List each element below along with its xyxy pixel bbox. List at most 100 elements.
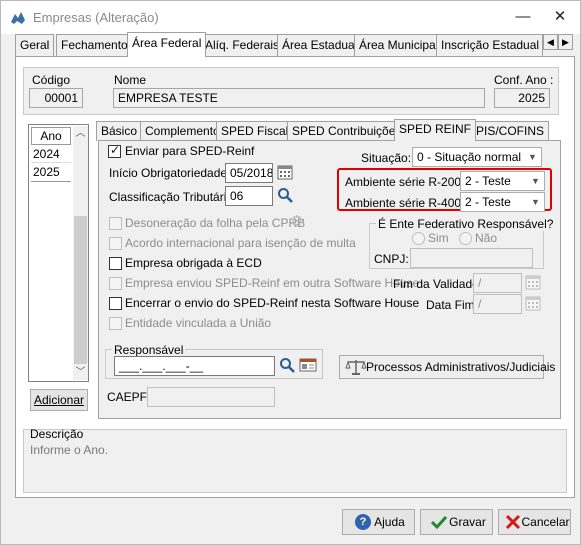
encerrar-envio-label: Encerrar o envio do SPED-Reinf nesta Sof… xyxy=(125,296,420,310)
minimize-button[interactable]: — xyxy=(511,7,535,27)
save-button[interactable]: Gravar xyxy=(420,509,493,535)
calendar-icon[interactable] xyxy=(523,294,543,314)
calendar-icon[interactable] xyxy=(275,163,295,183)
list-row-divider xyxy=(31,181,71,182)
codigo-field: 00001 xyxy=(29,88,83,108)
list-item[interactable]: 2025 xyxy=(31,163,71,181)
outra-software-house-checkbox[interactable] xyxy=(109,277,122,290)
scroll-up-icon[interactable]: ︿ xyxy=(73,126,88,141)
empresa-ecd-checkbox[interactable] xyxy=(109,257,122,270)
nome-field: EMPRESA TESTE xyxy=(113,88,485,108)
ambiente-r4000-label: Ambiente série R-4000: xyxy=(345,196,472,210)
encerrar-envio-checkbox[interactable] xyxy=(109,297,122,310)
caepf-input[interactable] xyxy=(147,387,275,407)
cancel-button[interactable]: Cancelar xyxy=(498,509,571,535)
balance-scale-icon xyxy=(345,358,367,376)
tab-scroll-left-icon[interactable]: ◀ xyxy=(543,34,558,50)
processos-button[interactable]: Processos Administrativos/Judiciais xyxy=(339,355,555,379)
help-button[interactable]: ? Ajuda xyxy=(342,509,415,535)
tab-basico[interactable]: Básico xyxy=(96,121,143,141)
help-icon: ? xyxy=(355,514,371,530)
id-card-icon[interactable] xyxy=(298,356,318,376)
sim-label: Sim xyxy=(428,231,449,245)
ambiente-r4000-select[interactable]: 2 - Teste ▼ xyxy=(460,192,545,212)
search-icon[interactable] xyxy=(275,186,295,206)
tab-sped-reinf[interactable]: SPED REINF xyxy=(394,119,477,141)
ambiente-r2000-value: 2 - Teste xyxy=(465,174,511,188)
calendar-icon[interactable] xyxy=(523,273,543,293)
search-icon[interactable] xyxy=(277,356,297,376)
app-icon xyxy=(11,12,25,24)
year-list-scrollbar[interactable]: ︿ ﹀ xyxy=(73,126,88,380)
responsavel-label: Responsável xyxy=(112,343,186,357)
ambiente-r4000-value: 2 - Teste xyxy=(465,195,511,209)
gear-icon[interactable]: ⚙ xyxy=(288,213,306,231)
dialog-window: Empresas (Alteração) — ✕ Geral Fechament… xyxy=(0,0,581,545)
tab-area-federal[interactable]: Área Federal xyxy=(127,32,207,57)
acordo-internacional-checkbox[interactable] xyxy=(109,237,122,250)
codigo-label: Código xyxy=(32,73,71,87)
chevron-down-icon[interactable]: ▼ xyxy=(527,172,544,190)
cnpj-input[interactable] xyxy=(410,248,533,268)
acordo-internacional-label: Acordo internacional para isenção de mul… xyxy=(125,236,356,250)
fim-validade-input[interactable]: / xyxy=(473,273,522,293)
enviar-reinf-checkbox[interactable] xyxy=(108,143,121,158)
chevron-down-icon[interactable]: ▼ xyxy=(527,193,544,211)
processos-label: Processos Administrativos/Judiciais xyxy=(366,360,556,374)
description-label: Descrição xyxy=(30,427,84,441)
outra-software-house-label: Empresa enviou SPED-Reinf em outra Softw… xyxy=(125,276,420,290)
classificacao-tributaria-label: Classificação Tributária: xyxy=(109,190,237,204)
nao-radio[interactable] xyxy=(459,232,472,245)
data-fim-input[interactable]: / xyxy=(473,294,522,314)
nao-label: Não xyxy=(475,231,498,245)
inicio-obrigatoriedade-input[interactable]: 05/2018 xyxy=(225,163,273,183)
adicionar-button[interactable]: Adicionar xyxy=(30,389,88,411)
year-list[interactable]: Ano 2024 2025 ︿ ﹀ xyxy=(28,124,89,382)
save-label: Gravar xyxy=(449,515,486,529)
ente-federativo-label: É Ente Federativo Responsável? xyxy=(376,217,556,231)
conf-ano-field: 2025 xyxy=(494,88,550,108)
tab-pis-cofins[interactable]: PIS/COFINS xyxy=(471,121,550,141)
entidade-uniao-checkbox[interactable] xyxy=(109,317,122,330)
list-item[interactable]: 2024 xyxy=(31,145,71,163)
ambiente-r2000-label: Ambiente série R-2000: xyxy=(345,175,472,189)
tab-area-municipal[interactable]: Área Municipal xyxy=(354,34,444,56)
inicio-obrigatoriedade-label: Início Obrigatoriedade: xyxy=(109,166,231,180)
ambiente-r2000-select[interactable]: 2 - Teste ▼ xyxy=(460,171,545,191)
chevron-down-icon[interactable]: ▼ xyxy=(524,148,541,166)
description-group xyxy=(23,429,567,493)
tab-geral[interactable]: Geral xyxy=(15,34,55,56)
situacao-label: Situação: xyxy=(361,151,412,165)
help-label: Ajuda xyxy=(374,515,405,529)
list-row-divider xyxy=(31,162,71,163)
situacao-select[interactable]: 0 - Situação normal ▼ xyxy=(412,147,542,167)
tab-area-estadual[interactable]: Área Estadual xyxy=(277,34,363,56)
desoneracao-label: Desoneração da folha pela CPRB xyxy=(125,216,306,230)
check-icon xyxy=(430,513,448,531)
close-button[interactable]: ✕ xyxy=(548,7,572,27)
fim-validade-label: Fim da Validade: xyxy=(393,277,483,291)
sim-radio[interactable] xyxy=(412,232,425,245)
cancel-label: Cancelar xyxy=(521,515,570,529)
tab-aliq-federais[interactable]: Alíq. Federais xyxy=(200,34,285,56)
data-fim-label: Data Fim: xyxy=(426,298,479,312)
tab-sped-fiscal[interactable]: SPED Fiscal xyxy=(216,121,294,141)
tab-inscricao-estadual[interactable]: Inscrição Estadual S xyxy=(436,34,543,56)
year-list-header[interactable]: Ano xyxy=(31,127,71,145)
responsavel-input[interactable]: ___.___.___-__ xyxy=(114,356,275,376)
classificacao-tributaria-input[interactable]: 06 xyxy=(225,186,273,206)
title-bar: Empresas (Alteração) — ✕ xyxy=(1,1,580,34)
desoneracao-checkbox[interactable] xyxy=(109,217,122,230)
empresa-ecd-label: Empresa obrigada à ECD xyxy=(125,256,262,270)
window-title: Empresas (Alteração) xyxy=(33,10,159,25)
tab-sped-contribuicoes[interactable]: SPED Contribuições xyxy=(287,121,407,141)
tab-complemento[interactable]: Complemento xyxy=(140,121,225,141)
caepf-label: CAEPF: xyxy=(107,390,151,404)
tab-fechamento[interactable]: Fechamento xyxy=(56,34,133,56)
close-icon xyxy=(504,513,522,531)
conf-ano-label: Conf. Ano : xyxy=(494,73,554,87)
scroll-down-icon[interactable]: ﹀ xyxy=(73,365,88,380)
cnpj-label: CNPJ: xyxy=(374,252,409,266)
scroll-thumb[interactable] xyxy=(74,216,87,364)
tab-scroll-right-icon[interactable]: ▶ xyxy=(558,34,573,50)
